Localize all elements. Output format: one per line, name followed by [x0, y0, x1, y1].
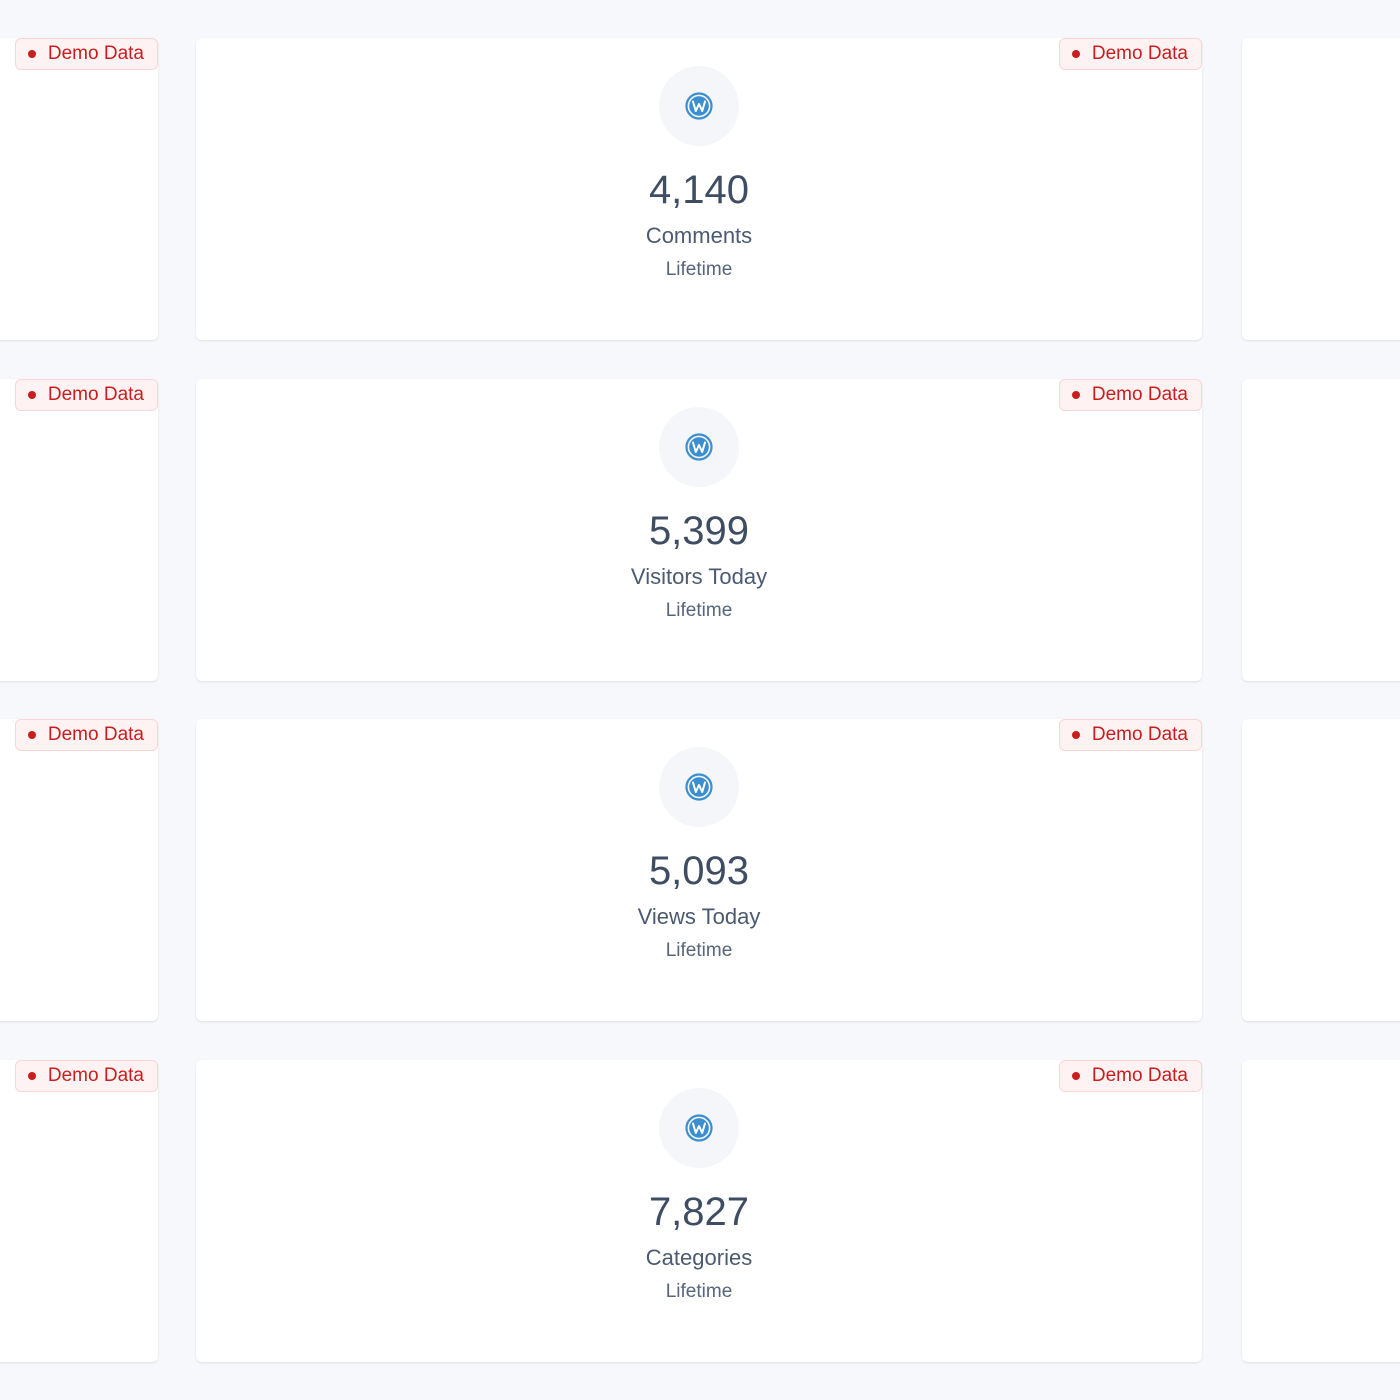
stat-card-views-today[interactable]: Demo Data 5,093 Views Today Lifetime [196, 719, 1202, 1021]
stats-row: Demo Data Demo Data 5,399 Visitors Today… [0, 379, 1400, 683]
wordpress-icon [659, 66, 739, 146]
stat-card-partial-left[interactable]: Demo Data [0, 379, 158, 681]
stat-card-partial-left[interactable]: Demo Data [0, 38, 158, 340]
wordpress-logo-icon [685, 433, 713, 461]
stat-label: Views Today [637, 904, 761, 929]
stat-card-comments[interactable]: Demo Data 4,140 Comments Lifetime [196, 38, 1202, 340]
stat-card-partial-left[interactable]: Demo Data [0, 1060, 158, 1362]
stats-row: Demo Data Demo Data 7,827 Categories Lif… [0, 1060, 1400, 1364]
demo-data-label: Demo Data [47, 724, 144, 745]
stat-card-partial-left[interactable]: Demo Data [0, 719, 158, 1021]
stat-value: 7,827 [648, 1190, 750, 1234]
demo-data-label: Demo Data [1091, 43, 1188, 64]
demo-data-label: Demo Data [47, 43, 144, 64]
demo-data-badge: Demo Data [1058, 719, 1202, 751]
demo-data-label: Demo Data [1091, 1065, 1188, 1086]
status-dot-icon [1071, 391, 1080, 399]
stat-period: Lifetime [665, 600, 733, 621]
status-dot-icon [27, 731, 36, 739]
demo-data-label: Demo Data [47, 384, 144, 405]
stat-card-partial-right[interactable] [1242, 719, 1400, 1021]
stat-card-partial-right[interactable] [1242, 379, 1400, 681]
demo-data-badge: Demo Data [1058, 1060, 1202, 1092]
wordpress-icon [659, 1088, 739, 1168]
stat-value: 5,093 [648, 849, 750, 893]
stat-label: Comments [645, 223, 753, 248]
demo-data-badge: Demo Data [14, 379, 158, 411]
status-dot-icon [1071, 1072, 1080, 1080]
demo-data-label: Demo Data [1091, 384, 1188, 405]
stat-card-partial-right[interactable] [1242, 38, 1400, 340]
wordpress-logo-icon [685, 1114, 713, 1142]
wordpress-logo-icon [685, 92, 713, 120]
demo-data-badge: Demo Data [1058, 379, 1202, 411]
demo-data-badge: Demo Data [14, 1060, 158, 1092]
demo-data-label: Demo Data [47, 1065, 144, 1086]
stat-label: Visitors Today [630, 564, 768, 589]
stat-period: Lifetime [665, 259, 733, 280]
demo-data-badge: Demo Data [14, 719, 158, 751]
wordpress-logo-icon [685, 773, 713, 801]
status-dot-icon [27, 1072, 36, 1080]
wordpress-icon [659, 407, 739, 487]
stat-label: Categories [645, 1245, 753, 1270]
stat-period: Lifetime [665, 940, 733, 961]
wordpress-icon [659, 747, 739, 827]
status-dot-icon [27, 50, 36, 58]
demo-data-badge: Demo Data [14, 38, 158, 70]
stats-grid: Demo Data Demo Data 4,140 Comments Lifet… [0, 0, 1400, 1400]
status-dot-icon [1071, 50, 1080, 58]
stats-row: Demo Data Demo Data 4,140 Comments Lifet… [0, 38, 1400, 342]
status-dot-icon [1071, 731, 1080, 739]
stat-period: Lifetime [665, 1281, 733, 1302]
demo-data-badge: Demo Data [1058, 38, 1202, 70]
stat-value: 4,140 [648, 168, 750, 212]
stat-card-partial-right[interactable] [1242, 1060, 1400, 1362]
demo-data-label: Demo Data [1091, 724, 1188, 745]
stat-value: 5,399 [648, 509, 750, 553]
stat-card-categories[interactable]: Demo Data 7,827 Categories Lifetime [196, 1060, 1202, 1362]
status-dot-icon [27, 391, 36, 399]
stat-card-visitors-today[interactable]: Demo Data 5,399 Visitors Today Lifetime [196, 379, 1202, 681]
stats-row: Demo Data Demo Data 5,093 Views Today Li… [0, 719, 1400, 1023]
